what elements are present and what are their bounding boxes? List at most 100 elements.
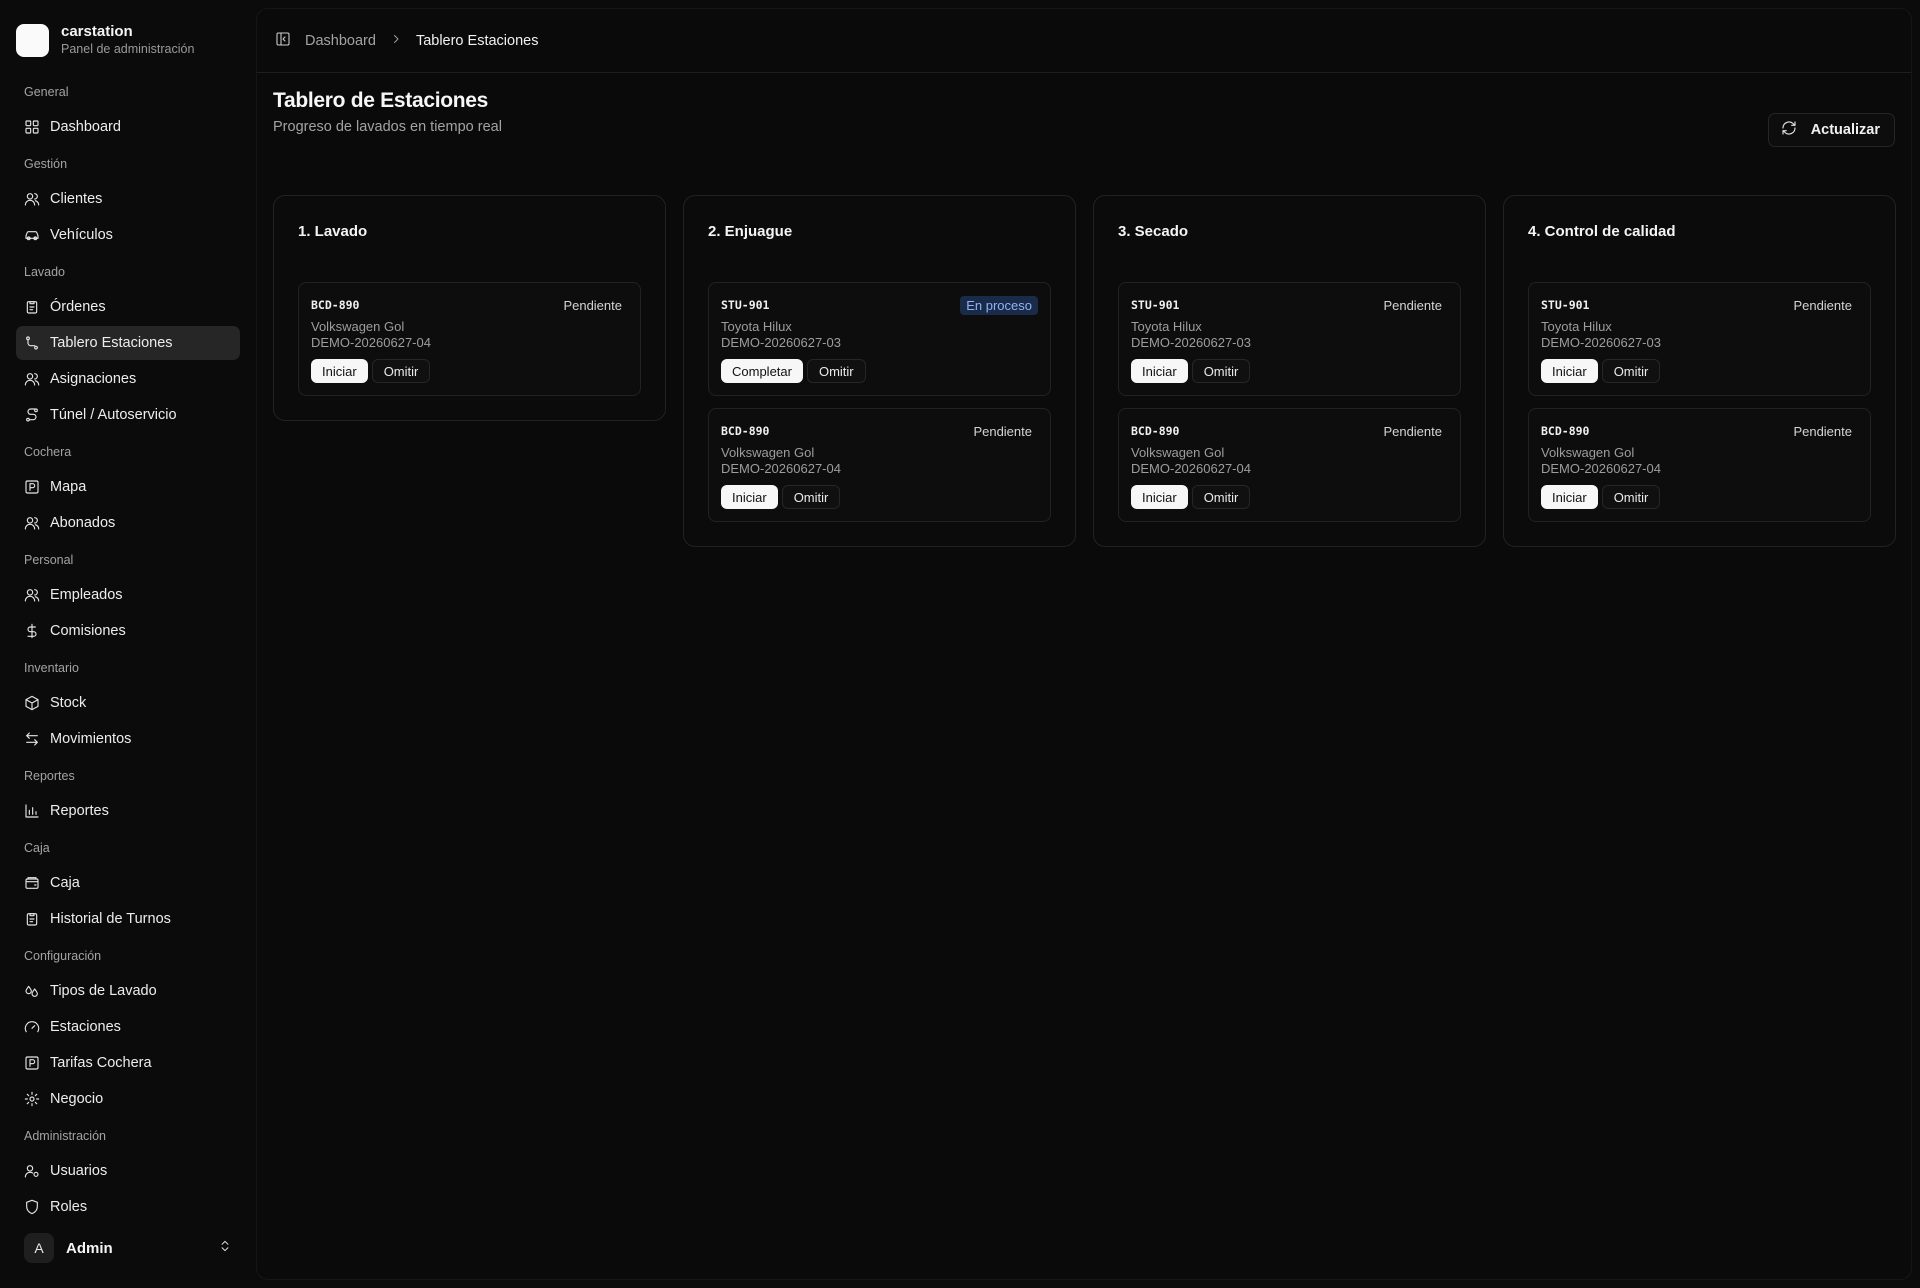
skip-button[interactable]: Omitir <box>1191 359 1251 383</box>
status-badge: Pendiente <box>1383 297 1442 313</box>
sidebar-item-label: Mapa <box>50 479 87 495</box>
droplets-icon <box>24 983 40 999</box>
sidebar-item-vehiculos[interactable]: Vehículos <box>16 218 240 252</box>
sidebar-item-roles[interactable]: Roles <box>16 1190 240 1224</box>
sidebar-item-tarifas-cochera[interactable]: Tarifas Cochera <box>16 1046 240 1080</box>
refresh-button[interactable]: Actualizar <box>1767 113 1895 147</box>
status-badge: Pendiente <box>1793 423 1852 439</box>
sidebar-item-label: Usuarios <box>50 1163 108 1179</box>
start-button[interactable]: Iniciar <box>1541 485 1598 509</box>
sidebar-item-label: Caja <box>50 875 80 891</box>
sidebar-item-movimientos[interactable]: Movimientos <box>16 722 240 756</box>
complete-button[interactable]: Completar <box>721 359 803 383</box>
nav-group-label: Reportes <box>24 769 75 783</box>
refresh-label: Actualizar <box>1810 122 1880 138</box>
order-code: DEMO-20260627-04 <box>721 461 841 476</box>
sidebar-item-label: Roles <box>50 1199 88 1215</box>
skip-button[interactable]: Omitir <box>781 485 841 509</box>
sidebar-item-label: Empleados <box>50 587 123 603</box>
bar-chart-icon <box>24 803 40 819</box>
sidebar-item-usuarios[interactable]: Usuarios <box>16 1154 240 1188</box>
sidebar-item-clientes[interactable]: Clientes <box>16 182 240 216</box>
start-button[interactable]: Iniciar <box>1541 359 1598 383</box>
brand-subtitle: Panel de administración <box>61 42 195 56</box>
chevrons-up-down-icon <box>218 1239 232 1257</box>
sidebar-item-label: Stock <box>50 695 87 711</box>
sidebar-item-tunel-autoservicio[interactable]: Túnel / Autoservicio <box>16 398 240 432</box>
page-subtitle: Progreso de lavados en tiempo real <box>273 119 502 135</box>
order-code: DEMO-20260627-03 <box>1131 335 1251 350</box>
user-menu[interactable]: A Admin <box>16 1228 240 1268</box>
sidebar-item-tipos-de-lavado[interactable]: Tipos de Lavado <box>16 974 240 1008</box>
wallet-icon <box>24 875 40 891</box>
sidebar-item-label: Asignaciones <box>50 371 137 387</box>
panel-left-icon[interactable] <box>275 31 291 51</box>
sidebar-item-comisiones[interactable]: Comisiones <box>16 614 240 648</box>
sidebar-item-empleados[interactable]: Empleados <box>16 578 240 612</box>
status-badge: En proceso <box>960 295 1038 315</box>
skip-button[interactable]: Omitir <box>1191 485 1251 509</box>
vehicle-model: Volkswagen Gol <box>1541 445 1635 460</box>
status-badge: Pendiente <box>973 423 1032 439</box>
start-button[interactable]: Iniciar <box>311 359 368 383</box>
card-header: BCD-890 Pendiente <box>311 295 628 315</box>
start-button[interactable]: Iniciar <box>721 485 778 509</box>
status-badge: Pendiente <box>1383 423 1442 439</box>
shield-icon <box>24 1199 40 1215</box>
skip-button[interactable]: Omitir <box>371 359 431 383</box>
parking-icon <box>24 1055 40 1071</box>
sidebar-item-label: Dashboard <box>50 119 121 135</box>
sidebar-item-stock[interactable]: Stock <box>16 686 240 720</box>
wash-card: STU-901 Pendiente Toyota Hilux DEMO-2026062… <box>1528 282 1871 396</box>
sidebar-item-mapa[interactable]: Mapa <box>16 470 240 504</box>
workflow-icon <box>24 335 40 351</box>
sidebar-item-dashboard[interactable]: Dashboard <box>16 110 240 144</box>
sidebar-item-tablero-estaciones[interactable]: Tablero Estaciones <box>16 326 240 360</box>
sidebar-item-label: Estaciones <box>50 1019 121 1035</box>
page-title: Tablero de Estaciones <box>273 89 489 112</box>
card-header: BCD-890 Pendiente <box>721 421 1038 441</box>
nav-group-label: Configuración <box>24 949 102 963</box>
brand[interactable]: carstation Panel de administración <box>16 18 194 62</box>
start-button[interactable]: Iniciar <box>1131 359 1188 383</box>
station-title: 4. Control de calidad <box>1528 223 1676 240</box>
wash-card: BCD-890 Pendiente Volkswagen Gol DEMO-20260… <box>298 282 641 396</box>
sidebar-item-caja[interactable]: Caja <box>16 866 240 900</box>
sidebar-item-abonados[interactable]: Abonados <box>16 506 240 540</box>
nav-group-label: Administración <box>24 1129 106 1143</box>
sidebar-item-label: Clientes <box>50 191 103 207</box>
card-actions: Iniciar Omitir <box>1131 485 1448 509</box>
sidebar-item-label: Abonados <box>50 515 116 531</box>
sidebar-item-historial-de-turnos[interactable]: Historial de Turnos <box>16 902 240 936</box>
refresh-icon <box>1781 120 1797 140</box>
skip-button[interactable]: Omitir <box>1601 485 1661 509</box>
start-button[interactable]: Iniciar <box>1131 485 1188 509</box>
vehicle-model: Volkswagen Gol <box>311 319 405 334</box>
status-badge: Pendiente <box>563 297 622 313</box>
avatar: A <box>24 1233 54 1263</box>
order-code: DEMO-20260627-04 <box>1131 461 1251 476</box>
card-actions: Iniciar Omitir <box>311 359 628 383</box>
nav-group-label: General <box>24 85 69 99</box>
sidebar-item-reportes[interactable]: Reportes <box>16 794 240 828</box>
order-code: DEMO-20260627-04 <box>1541 461 1661 476</box>
station-title: 3. Secado <box>1118 223 1189 240</box>
breadcrumb-current: Tablero Estaciones <box>415 32 539 49</box>
skip-button[interactable]: Omitir <box>1601 359 1661 383</box>
vehicle-model: Volkswagen Gol <box>1131 445 1225 460</box>
wash-card: BCD-890 Pendiente Volkswagen Gol DEMO-20260… <box>1118 408 1461 522</box>
sidebar-item-asignaciones[interactable]: Asignaciones <box>16 362 240 396</box>
sidebar-item-label: Tablero Estaciones <box>50 335 173 351</box>
station-column: 2. Enjuague STU-901 En proceso Toyota Hilux… <box>683 195 1076 547</box>
license-plate: BCD-890 <box>1131 424 1180 438</box>
station-title: 2. Enjuague <box>708 223 793 240</box>
sidebar-item-ordenes[interactable]: Órdenes <box>16 290 240 324</box>
main-panel: Dashboard Tablero Estaciones Tablero de … <box>256 8 1912 1280</box>
sidebar-item-estaciones[interactable]: Estaciones <box>16 1010 240 1044</box>
user-cog-icon <box>24 1163 40 1179</box>
skip-button[interactable]: Omitir <box>806 359 866 383</box>
breadcrumb-dashboard[interactable]: Dashboard <box>305 33 376 49</box>
sidebar-item-negocio[interactable]: Negocio <box>16 1082 240 1116</box>
clipboard-icon <box>24 911 40 927</box>
card-header: BCD-890 Pendiente <box>1131 421 1448 441</box>
